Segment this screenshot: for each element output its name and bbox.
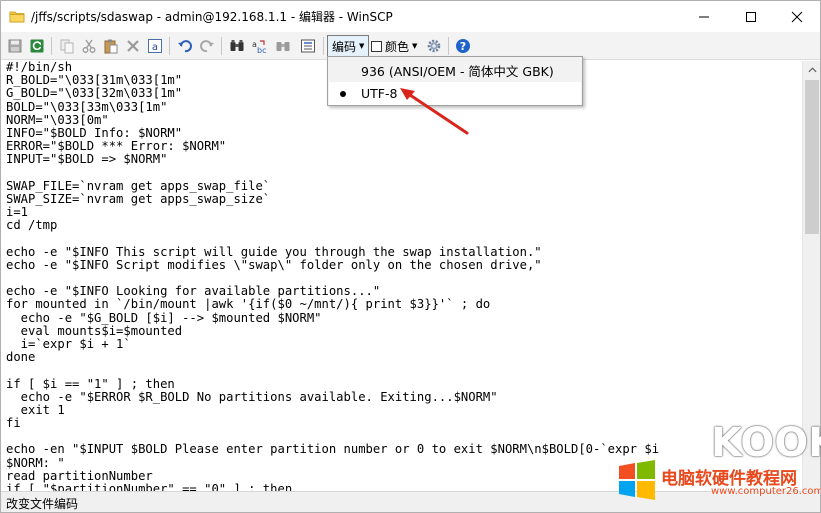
windows-logo-icon: [619, 460, 655, 500]
toolbar-separator: [323, 37, 324, 55]
selected-bullet-icon: [340, 91, 346, 97]
goto-line-icon: [301, 39, 315, 53]
help-button[interactable]: ?: [453, 36, 473, 56]
select-all-icon: a: [148, 39, 162, 53]
toolbar-separator: [51, 37, 52, 55]
code-line[interactable]: exit 1: [6, 403, 659, 417]
scroll-up-button[interactable]: [803, 61, 821, 78]
redo-button[interactable]: [197, 36, 217, 56]
replace-button[interactable]: a bc: [249, 36, 269, 56]
code-line[interactable]: echo -en "$INPUT $BOLD Please enter part…: [6, 443, 659, 456]
code-line[interactable]: done: [6, 350, 659, 364]
watermark-brand: KOOK: [711, 420, 821, 466]
encoding-option-gbk[interactable]: 936 (ANSI/OEM - 简体中文 GBK): [329, 59, 581, 82]
folder-icon: [9, 9, 25, 25]
close-button[interactable]: [774, 1, 820, 32]
encoding-option-label: 936 (ANSI/OEM - 简体中文 GBK): [361, 64, 554, 79]
code-content[interactable]: #!/bin/sh R_BOLD="\033[31m\033[1m" G_BOLD=…: [6, 61, 659, 491]
scroll-thumb[interactable]: [805, 80, 819, 234]
minimize-button[interactable]: [681, 1, 727, 32]
code-line[interactable]: i=`expr $i + 1`: [6, 337, 659, 351]
code-line[interactable]: $NORM: ": [6, 456, 659, 470]
svg-text:a: a: [152, 42, 158, 53]
toolbar-separator: [221, 37, 222, 55]
code-line[interactable]: echo -e "$INFO This script will guide yo…: [6, 245, 659, 259]
find-next-icon: [276, 42, 290, 51]
maximize-icon: [746, 11, 756, 22]
svg-text:?: ?: [460, 40, 466, 53]
code-line[interactable]: if [ "$partitionNumber" == "0" ] ; then: [6, 482, 659, 491]
select-all-button[interactable]: a: [145, 36, 165, 56]
undo-button[interactable]: [175, 36, 195, 56]
replace-icon: abc: [252, 40, 266, 54]
preferences-button[interactable]: [424, 36, 444, 56]
code-line[interactable]: SWAP_FILE=`nvram get apps_swap_file`: [6, 179, 659, 193]
status-text: 改变文件编码: [6, 497, 79, 511]
paste-button[interactable]: [101, 36, 121, 56]
color-checkbox[interactable]: [371, 40, 382, 52]
refresh-icon: [30, 39, 44, 53]
title-bar[interactable]: /jffs/scripts/sdaswap - admin@192.168.1.…: [1, 1, 820, 32]
site-watermark: KOOK 电脑软硬件教程网 www.computer26.com: [613, 418, 821, 506]
code-line[interactable]: echo -e "$INFO Script modifies \"swap\" …: [6, 258, 659, 272]
color-label: 颜色: [385, 39, 410, 54]
goto-line-button[interactable]: [298, 36, 318, 56]
window-title: /jffs/scripts/sdaswap - admin@192.168.1.…: [31, 10, 393, 24]
maximize-button[interactable]: [728, 1, 774, 32]
caret-down-icon: ▼: [412, 42, 418, 50]
code-line[interactable]: echo -e "$G_BOLD [$i] --> $mounted $NORM…: [6, 311, 659, 325]
code-line[interactable]: i=1: [6, 205, 659, 219]
gear-icon: [427, 39, 441, 53]
delete-x-icon: [127, 40, 139, 52]
code-line[interactable]: [6, 232, 659, 245]
redo-icon: [200, 40, 214, 53]
watermark-url: www.computer26.com: [711, 486, 821, 497]
code-line[interactable]: NORM="\033[0m": [6, 113, 659, 127]
refresh-button[interactable]: [27, 36, 47, 56]
binoculars-icon: [230, 40, 244, 51]
toolbar-separator: [169, 37, 170, 55]
copy-icon: [60, 39, 74, 54]
copy-button[interactable]: [57, 36, 77, 56]
save-icon: [8, 39, 22, 53]
code-line[interactable]: fi: [6, 416, 659, 430]
scissors-icon: [82, 39, 96, 53]
code-line[interactable]: for mounted in `/bin/mount |awk '{if($0 …: [6, 298, 659, 311]
caret-down-icon: ▼: [359, 42, 365, 50]
toolbar-separator: [448, 37, 449, 55]
svg-text:bc: bc: [257, 46, 266, 54]
winscp-editor-window: /jffs/scripts/sdaswap - admin@192.168.1.…: [0, 0, 821, 513]
encoding-dropdown-button[interactable]: 编码 ▼: [327, 35, 369, 57]
annotation-arrow-icon: [400, 88, 469, 135]
code-line[interactable]: cd /tmp: [6, 219, 659, 232]
code-line[interactable]: [6, 167, 659, 180]
help-icon: ?: [456, 39, 470, 53]
minimize-icon: [699, 16, 709, 17]
code-line[interactable]: echo -e "$ERROR $R_BOLD No partitions av…: [6, 390, 659, 404]
delete-button[interactable]: [123, 36, 143, 56]
code-line[interactable]: [6, 364, 659, 377]
cut-button[interactable]: [79, 36, 99, 56]
close-icon: [791, 11, 803, 22]
color-dropdown-button[interactable]: 颜色 ▼: [371, 36, 417, 56]
code-line[interactable]: if [ $i == "1" ] ; then: [6, 377, 659, 391]
undo-icon: [178, 40, 192, 53]
save-button[interactable]: [5, 36, 25, 56]
code-line[interactable]: eval mounts$i=$mounted: [6, 324, 659, 338]
code-line[interactable]: INPUT="$BOLD => $NORM": [6, 153, 659, 166]
encoding-label: 编码: [332, 39, 357, 54]
find-button[interactable]: [227, 36, 247, 56]
clipboard-icon: [104, 39, 118, 54]
find-next-button[interactable]: [273, 36, 293, 56]
code-line[interactable]: SWAP_SIZE=`nvram get apps_swap_size`: [6, 192, 659, 206]
chevron-up-icon: [807, 66, 817, 72]
